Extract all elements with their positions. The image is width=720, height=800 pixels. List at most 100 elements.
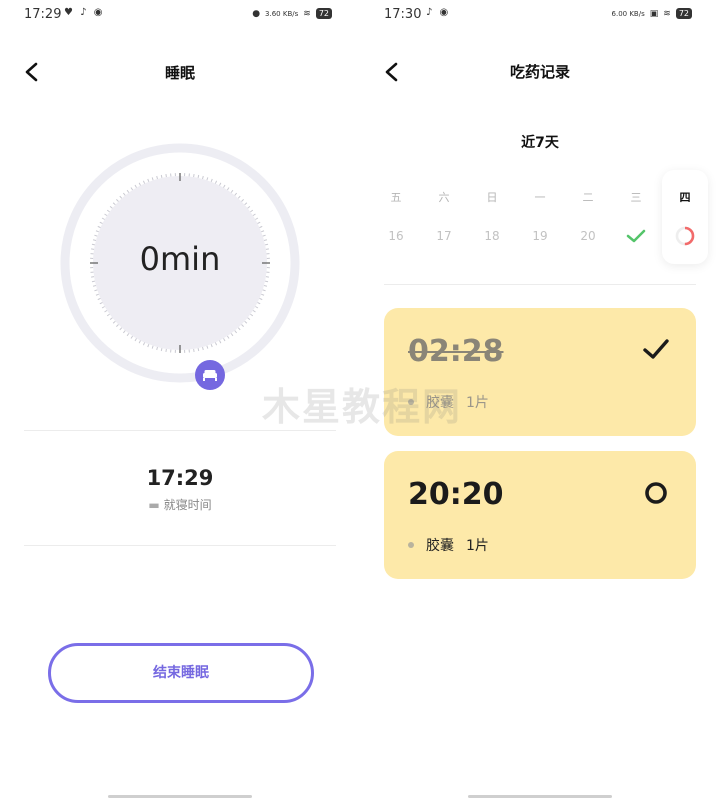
dial-tick	[252, 213, 256, 217]
dial-tick	[257, 221, 261, 224]
dial-tick	[94, 234, 98, 237]
dial-tick	[252, 309, 256, 313]
dial-tick	[94, 289, 98, 292]
dial-tick	[156, 346, 158, 351]
dial-tick	[109, 317, 113, 321]
dial-tick	[259, 297, 263, 301]
dial-tick	[214, 180, 218, 184]
weekday-label: 日	[486, 191, 498, 204]
dial-tick	[112, 202, 116, 206]
watermark: 木星教程网	[262, 385, 463, 429]
dial-tick	[237, 195, 241, 199]
dial-tick	[219, 182, 222, 186]
battery-icon: 72	[315, 8, 332, 19]
dial-tick	[104, 213, 108, 217]
dial-tick	[95, 230, 99, 233]
dial-tick	[223, 184, 226, 188]
divider	[24, 545, 336, 546]
dial-tick	[126, 189, 130, 193]
bedtime-label-row: ▬ 就寝时间	[0, 496, 360, 513]
dial-tick	[101, 306, 105, 309]
bed-handle-icon[interactable]	[195, 360, 225, 390]
check-icon[interactable]	[626, 228, 646, 244]
progress-ring-icon[interactable]	[674, 225, 696, 247]
status-bar: 17:30 ♪ ◉ 6.00 KB/s ▣ ≋ 72	[360, 0, 720, 28]
dial-tick	[91, 280, 96, 283]
dial-tick	[109, 205, 113, 209]
dial-tick	[106, 313, 110, 317]
dial-tick	[160, 174, 163, 179]
dial-tick	[206, 177, 209, 181]
date-label[interactable]: 20	[576, 229, 600, 243]
status-bar: 17:29 ♥ ♪ ◉ ● 3.60 KB/s ≋ 72	[0, 0, 360, 28]
dial-tick	[234, 192, 238, 196]
medication-dose: 1片	[466, 538, 489, 554]
medication-time: 02:28	[408, 334, 504, 369]
date-label[interactable]: 17	[432, 229, 456, 243]
pending-circle-icon[interactable]	[642, 479, 670, 507]
dial-tick	[237, 327, 241, 331]
dial-tick	[99, 302, 103, 305]
status-right: ● 3.60 KB/s ≋ 72	[252, 8, 332, 19]
date-label[interactable]: 16	[384, 229, 408, 243]
sleep-duration: 0min	[139, 240, 221, 278]
dial-tick	[99, 221, 103, 224]
dial-tick	[147, 344, 150, 348]
dial-tick	[95, 293, 99, 296]
dial-tick	[160, 347, 163, 352]
wifi-icon: ≋	[303, 8, 311, 19]
dial-tick	[255, 217, 259, 220]
dial-tick	[230, 333, 234, 337]
dial-tick	[106, 209, 110, 213]
dial-tick	[119, 327, 123, 331]
dial-tick	[230, 189, 234, 193]
dial-tick	[202, 175, 204, 180]
dial-tick	[138, 340, 141, 344]
range-title: 近7天	[521, 135, 559, 151]
dial-tick	[241, 324, 244, 327]
end-sleep-button[interactable]: 结束睡眠	[48, 643, 314, 703]
bedtime-label: 就寝时间	[163, 498, 212, 512]
dial-tick	[134, 184, 137, 188]
dial-tick	[234, 330, 238, 334]
dial-tick	[263, 285, 268, 287]
dial-tick	[261, 293, 265, 296]
dial-tick	[264, 280, 269, 283]
dial-tick	[210, 178, 213, 182]
home-indicator[interactable]	[108, 795, 252, 798]
dial-tick	[147, 178, 150, 182]
dial-tick	[151, 345, 154, 349]
bed-icon: ▬	[148, 498, 160, 512]
dial-tick	[257, 302, 261, 305]
selected-day-card[interactable]	[662, 170, 708, 264]
dial-tick	[255, 306, 259, 309]
dial-tick	[250, 209, 254, 213]
weekday-label: 二	[582, 191, 594, 204]
page-title: 吃药记录	[509, 63, 570, 81]
home-indicator[interactable]	[468, 795, 612, 798]
dial-tick	[197, 347, 200, 352]
medication-card[interactable]: 20:20 胶囊 1片	[384, 451, 696, 579]
dial-tick	[142, 180, 146, 184]
battery-icon: 72	[675, 8, 692, 19]
medication-dose: 1片	[466, 395, 489, 411]
divider	[384, 284, 696, 285]
dial-tick	[130, 335, 134, 339]
bedtime-value: 17:29	[146, 466, 214, 490]
dial-tick	[223, 338, 226, 342]
weekday-label: 四	[679, 191, 691, 204]
dial-tick	[97, 297, 101, 301]
net-speed: 3.60 KB/s	[265, 9, 299, 18]
date-label[interactable]: 18	[480, 229, 504, 243]
dial-tick	[226, 335, 230, 339]
dial-tick	[116, 199, 119, 202]
dial-tick	[241, 199, 244, 202]
taken-check-icon[interactable]	[642, 336, 670, 364]
dial-tick	[244, 320, 248, 324]
date-label[interactable]: 19	[528, 229, 552, 243]
dial-tick	[122, 330, 126, 334]
dial-tick	[119, 195, 123, 199]
dial-tick	[134, 338, 137, 342]
dial-tick	[226, 187, 230, 191]
dial-tick	[261, 230, 265, 233]
